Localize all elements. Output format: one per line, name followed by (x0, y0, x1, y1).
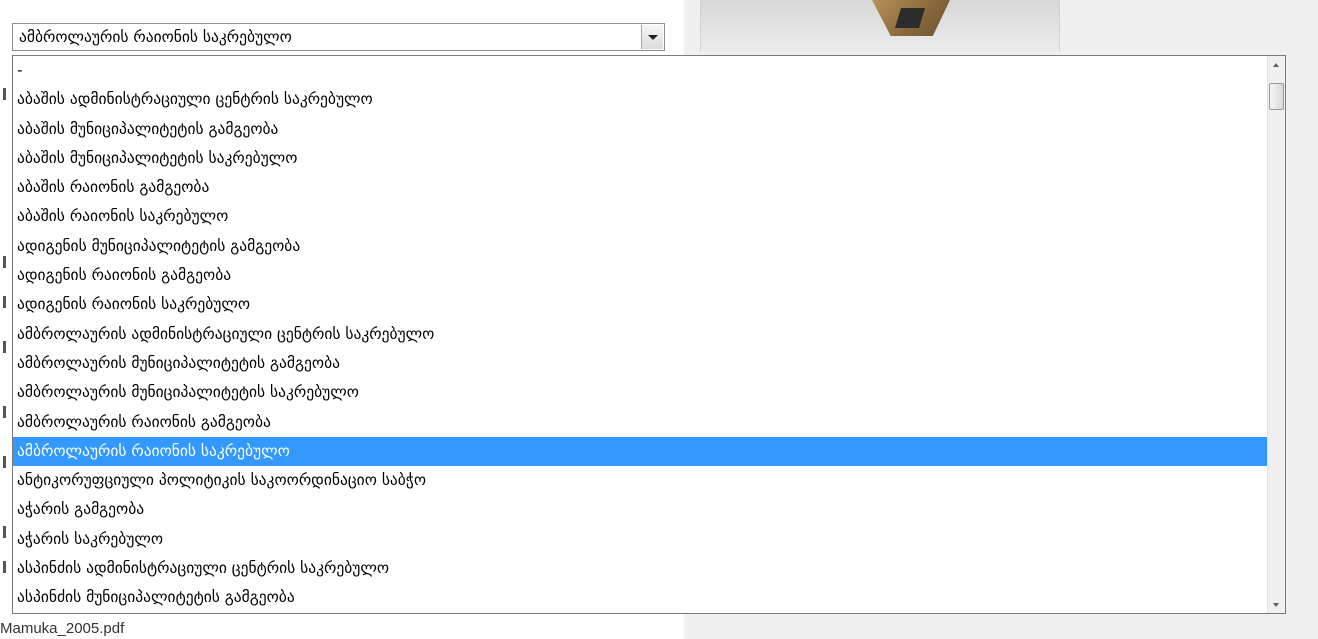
dropdown-option[interactable]: ასპინძის ადმინისტრაციული ცენტრის საკრებუ… (13, 554, 1267, 583)
left-content-strip (0, 56, 12, 616)
dropdown-option[interactable]: ამბროლაურის რაიონის გამგეობა (13, 408, 1267, 437)
options-list: - აბაშის ადმინისტრაციული ცენტრის საკრებულ… (13, 56, 1267, 613)
dropdown-option[interactable]: ანტიკორუფციული პოლიტიკის საკოორდინაციო ს… (13, 466, 1267, 495)
list-bullet (3, 88, 6, 100)
page: Mamuka_2005.pdf ამბროლაურის რაიონის საკრ… (0, 0, 1318, 639)
dropdown-option[interactable]: აჭარის გამგეობა (13, 495, 1267, 524)
list-bullet (3, 526, 6, 538)
dropdown-option[interactable]: აბაშის რაიონის საკრებულო (13, 202, 1267, 231)
list-bullet (3, 456, 6, 468)
scroll-down-button[interactable] (1268, 596, 1285, 613)
chevron-down-icon (648, 35, 658, 40)
scrollbar[interactable] (1267, 56, 1285, 613)
scroll-down-icon (1273, 603, 1279, 607)
list-bullet (3, 256, 6, 268)
dropdown-option[interactable]: აბაშის მუნიციპალიტეტის საკრებულო (13, 144, 1267, 173)
scroll-up-button[interactable] (1268, 56, 1285, 73)
dropdown-option[interactable]: აბაშის ადმინისტრაციული ცენტრის საკრებულო (13, 85, 1267, 114)
select-dropdown-list[interactable]: - აბაშის ადმინისტრაციული ცენტრის საკრებულ… (12, 55, 1286, 614)
list-bullet (3, 561, 6, 573)
dropdown-option[interactable]: ასპინძის მუნიციპალიტეტის გამგეობა (13, 583, 1267, 612)
dropdown-option[interactable]: - (13, 56, 1267, 85)
select-current-value: ამბროლაურის რაიონის საკრებულო (19, 28, 292, 46)
dropdown-option-selected[interactable]: ამბროლაურის რაიონის საკრებულო (13, 436, 1267, 467)
list-bullet (3, 296, 6, 308)
dropdown-option[interactable]: ამბროლაურის მუნიციპალიტეტის საკრებულო (13, 378, 1267, 407)
scroll-up-icon (1273, 63, 1279, 67)
dropdown-option[interactable]: ამბროლაურის მუნიციპალიტეტის გამგეობა (13, 349, 1267, 378)
dropdown-option[interactable]: ამბროლაურის ადმინისტრაციული ცენტრის საკრ… (13, 320, 1267, 349)
dropdown-option[interactable]: აჭარის საკრებულო (13, 525, 1267, 554)
list-bullet (3, 341, 6, 353)
dropdown-option[interactable]: ადიგენის რაიონის საკრებულო (13, 290, 1267, 319)
file-link[interactable]: Mamuka_2005.pdf (0, 620, 124, 637)
dropdown-option[interactable]: აბაშის მუნიციპალიტეტის გამგეობა (13, 115, 1267, 144)
scrollbar-thumb[interactable] (1269, 83, 1284, 110)
select-dropdown-button[interactable] (641, 25, 663, 49)
list-bullet (3, 406, 6, 418)
dropdown-option[interactable]: აბაშის რაიონის გამგეობა (13, 173, 1267, 202)
dropdown-option[interactable]: ადიგენის რაიონის გამგეობა (13, 261, 1267, 290)
dropdown-option[interactable]: ადიგენის მუნიციპალიტეტის გამგეობა (13, 232, 1267, 261)
organization-select[interactable]: ამბროლაურის რაიონის საკრებულო (12, 23, 665, 51)
